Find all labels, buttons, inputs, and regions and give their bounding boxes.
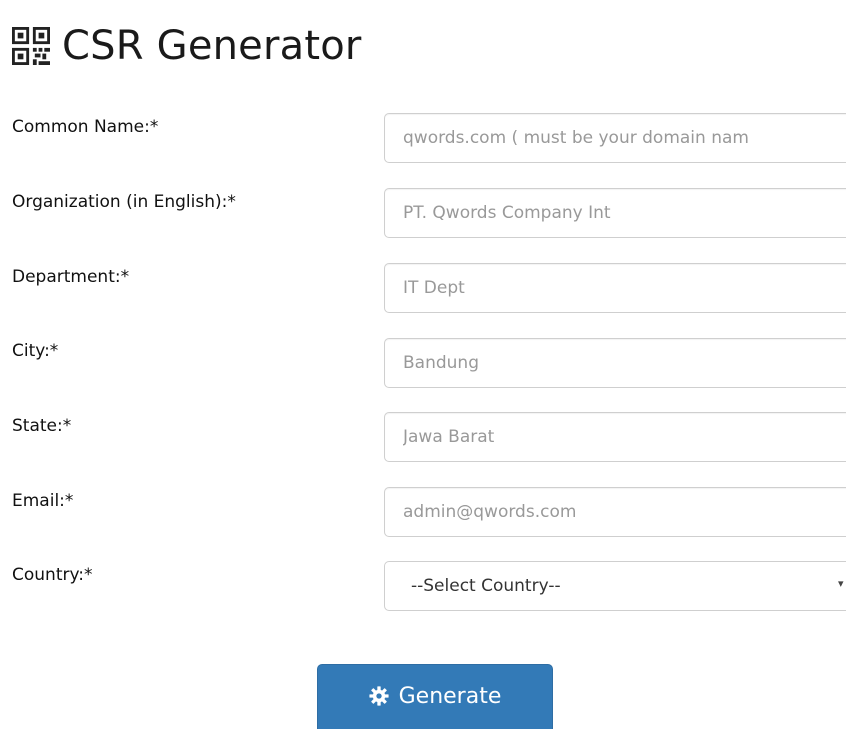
csr-generator-page: CSR Generator Common Name:* Organization… — [0, 0, 846, 729]
city-label: City:* — [12, 341, 59, 361]
city-input[interactable] — [384, 338, 846, 388]
organization-label: Organization (in English):* — [12, 192, 236, 212]
organization-input[interactable] — [384, 188, 846, 238]
common-name-input[interactable] — [384, 113, 846, 163]
department-label: Department:* — [12, 267, 130, 287]
department-input[interactable] — [384, 263, 846, 313]
form-row-email: Email:* — [0, 487, 846, 539]
form-row-common-name: Common Name:* — [0, 113, 846, 165]
page-header: CSR Generator — [12, 18, 362, 74]
email-label: Email:* — [12, 491, 74, 511]
form-row-city: City:* — [0, 338, 846, 390]
form-row-state: State:* — [0, 412, 846, 464]
state-label: State:* — [12, 416, 72, 436]
chevron-down-icon: ▾ — [838, 577, 844, 590]
form-row-organization: Organization (in English):* — [0, 188, 846, 240]
form-row-country: Country:* --Select Country-- ▾ — [0, 561, 846, 613]
country-selected-value: --Select Country-- — [411, 576, 561, 596]
generate-button[interactable]: Generate — [317, 664, 553, 729]
qrcode-icon — [12, 27, 50, 65]
state-input[interactable] — [384, 412, 846, 462]
page-title: CSR Generator — [62, 23, 362, 69]
generate-button-label: Generate — [398, 684, 502, 709]
country-select[interactable]: --Select Country-- ▾ — [384, 561, 846, 611]
common-name-label: Common Name:* — [12, 117, 159, 137]
form-row-department: Department:* — [0, 263, 846, 315]
email-input[interactable] — [384, 487, 846, 537]
country-label: Country:* — [12, 565, 93, 585]
gear-icon — [369, 686, 389, 706]
